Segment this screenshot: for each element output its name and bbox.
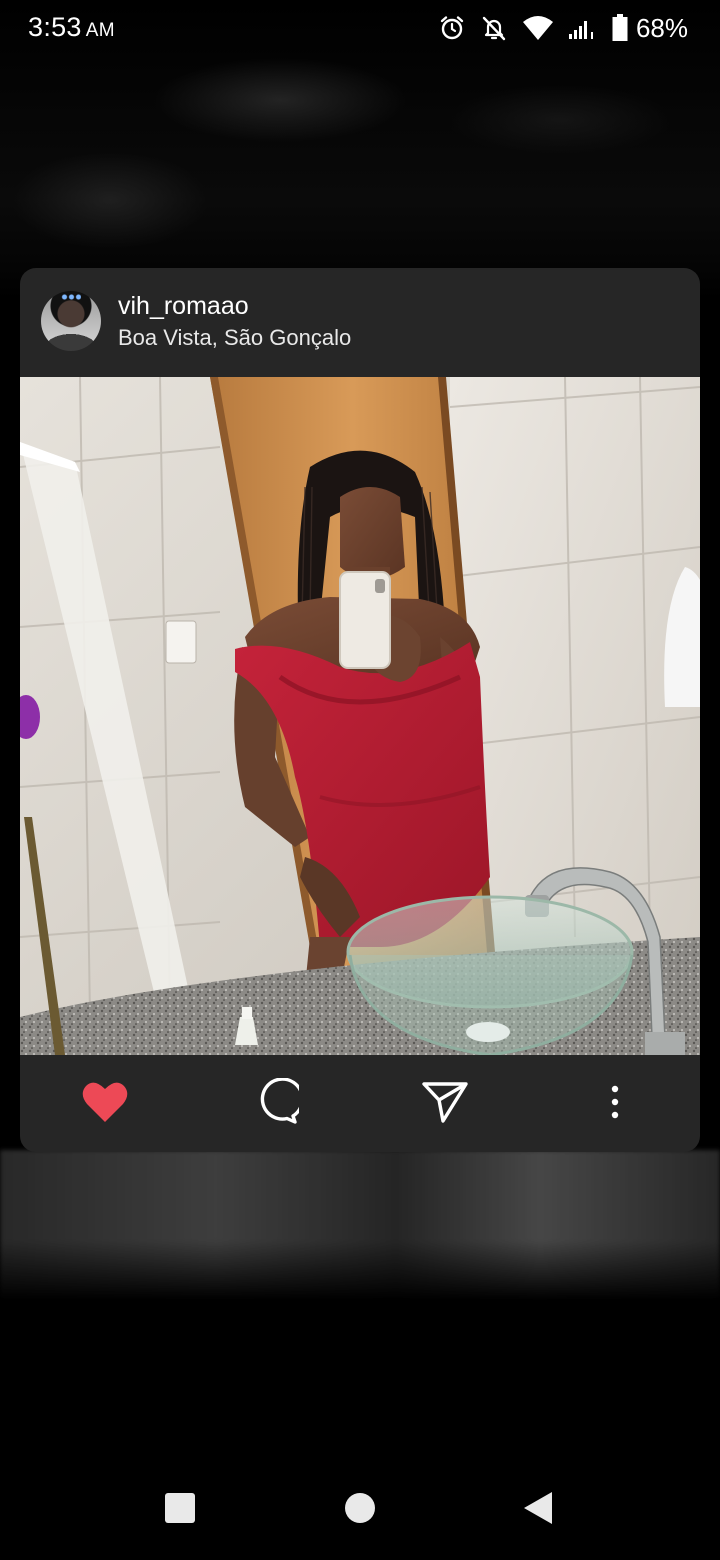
- comment-icon: [251, 1076, 305, 1131]
- status-time-value: 3:53: [28, 12, 82, 42]
- status-time-ampm: AM: [85, 20, 115, 41]
- post-card: vih_romaao Boa Vista, São Gonçalo: [20, 268, 700, 1152]
- post-photo[interactable]: [20, 377, 700, 1055]
- more-icon: [610, 1084, 620, 1125]
- action-bar: [20, 1055, 700, 1152]
- circle-icon: [344, 1492, 376, 1529]
- battery-percent: 68%: [635, 12, 688, 43]
- status-time: 3:53 AM: [28, 12, 115, 43]
- avatar[interactable]: [41, 291, 101, 351]
- status-icons: 68%: [438, 12, 688, 44]
- recents-button[interactable]: [156, 1486, 204, 1534]
- location[interactable]: Boa Vista, São Gonçalo: [118, 325, 351, 351]
- wifi-icon: [522, 15, 554, 41]
- status-bar: 3:53 AM 68%: [0, 0, 720, 56]
- home-button[interactable]: [336, 1486, 384, 1534]
- signal-icon: [568, 15, 598, 41]
- share-button[interactable]: [420, 1079, 470, 1129]
- more-options-button[interactable]: [590, 1079, 640, 1129]
- battery-icon: [612, 14, 628, 42]
- post-header: vih_romaao Boa Vista, São Gonçalo: [20, 268, 700, 377]
- username[interactable]: vih_romaao: [118, 292, 249, 321]
- send-icon: [421, 1080, 469, 1129]
- alarm-icon: [438, 14, 466, 42]
- comment-button[interactable]: [250, 1076, 305, 1131]
- screen: 3:53 AM 68% vih_romaao Boa Vista, São Go…: [0, 0, 720, 1560]
- back-triangle-icon: [522, 1491, 554, 1530]
- navigation-bar: [0, 1460, 720, 1560]
- back-button[interactable]: [514, 1486, 562, 1534]
- like-button[interactable]: [80, 1079, 130, 1129]
- blurred-background-lower: [0, 1150, 720, 1300]
- notifications-off-icon: [480, 14, 508, 42]
- square-icon: [164, 1492, 196, 1529]
- heart-icon: [81, 1080, 129, 1129]
